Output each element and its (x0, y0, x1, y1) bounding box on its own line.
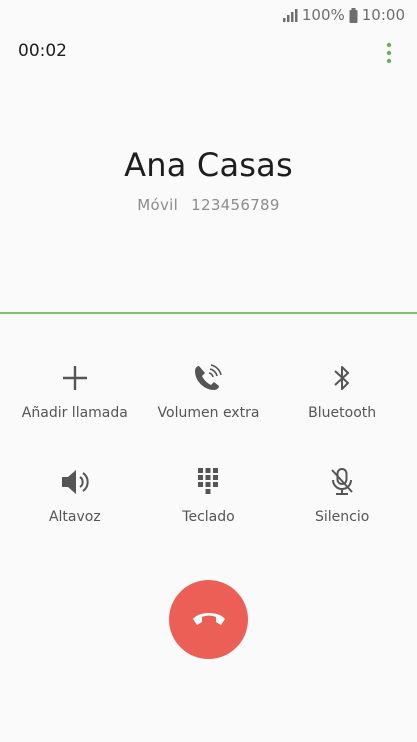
number-type: Móvil (137, 196, 179, 214)
divider (0, 312, 417, 314)
speaker-label: Altavoz (48, 509, 101, 525)
end-call-button[interactable] (169, 580, 248, 659)
bluetooth-label: Bluetooth (308, 405, 377, 421)
signal-bars-icon (282, 8, 298, 22)
bluetooth-icon (325, 361, 359, 395)
extra-volume-button[interactable]: Volumen extra (143, 355, 273, 459)
add-call-button[interactable]: Añadir llamada (10, 355, 140, 459)
mute-button[interactable]: Silencio (277, 459, 407, 563)
call-top-bar: 00:02 (0, 38, 417, 66)
call-duration: 00:02 (18, 41, 67, 61)
contact-name: Ana Casas (124, 146, 293, 184)
controls-row-2: Altavoz Teclado Silencio (0, 459, 417, 563)
caller-number-row: Móvil 123456789 (0, 196, 417, 214)
status-time: 10:00 (361, 6, 405, 24)
status-bar: 100% 10:00 (0, 0, 417, 30)
speaker-button[interactable]: Altavoz (10, 459, 140, 563)
keypad-icon (191, 465, 225, 499)
keypad-label: Teclado (182, 509, 235, 525)
battery-icon (349, 7, 358, 23)
keypad-button[interactable]: Teclado (143, 459, 273, 563)
battery-percent: 100% (301, 6, 345, 24)
phone-number: 123456789 (191, 196, 280, 214)
call-controls: Añadir llamada Volumen extra Bluetooth A… (0, 355, 417, 563)
add-call-icon (58, 361, 92, 395)
add-call-label: Añadir llamada (21, 405, 128, 421)
extra-volume-icon (191, 361, 225, 395)
mute-label: Silencio (314, 509, 370, 525)
extra-volume-label: Volumen extra (157, 405, 260, 421)
end-call-icon (191, 608, 227, 632)
mute-icon (325, 465, 359, 499)
caller-info: Ana Casas Móvil 123456789 (0, 146, 417, 214)
speaker-icon (58, 465, 92, 499)
controls-row-1: Añadir llamada Volumen extra Bluetooth (0, 355, 417, 459)
bluetooth-button[interactable]: Bluetooth (277, 355, 407, 459)
more-options-icon[interactable] (383, 42, 395, 64)
